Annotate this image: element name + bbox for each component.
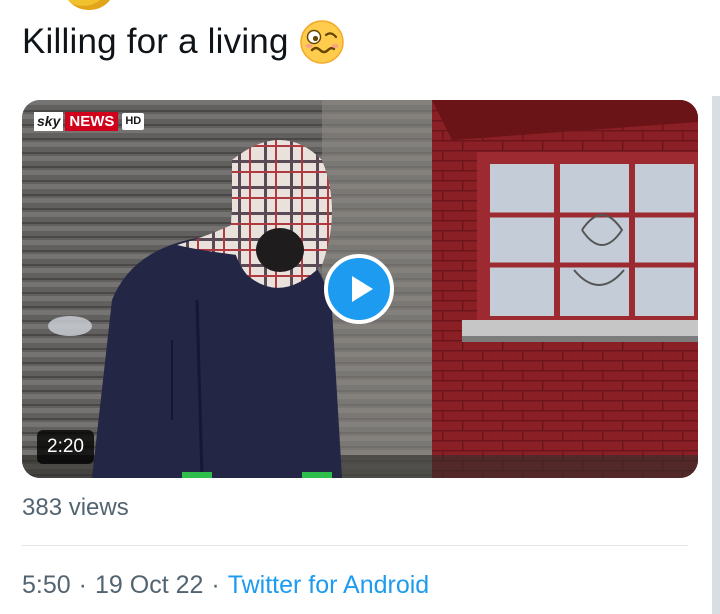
video-player[interactable]: sky NEWS HD 2:20 — [22, 100, 698, 478]
view-count: 383 views — [22, 494, 129, 521]
play-icon — [352, 276, 373, 302]
tweet-source-link[interactable]: Twitter for Android — [228, 571, 429, 600]
logo-news: NEWS — [65, 111, 119, 131]
tweet-text-content: Killing for a living — [22, 22, 289, 61]
video-duration: 2:20 — [47, 436, 84, 457]
tweet-metadata: 5:50 · 19 Oct 22 · Twitter for Android — [22, 567, 429, 603]
scrollbar[interactable] — [712, 96, 720, 614]
channel-logo: sky NEWS HD — [34, 111, 145, 131]
divider — [22, 545, 688, 546]
separator: · — [78, 570, 87, 599]
separator: · — [211, 570, 220, 599]
tweet-text: Killing for a living — [22, 18, 345, 66]
play-button[interactable] — [324, 254, 394, 324]
logo-hd: HD — [122, 112, 145, 130]
logo-sky: sky — [34, 111, 64, 131]
tweet-date[interactable]: 19 Oct 22 — [95, 571, 203, 600]
tweet-time[interactable]: 5:50 — [22, 571, 71, 600]
author-avatar[interactable] — [64, 0, 114, 10]
woozy-face-icon — [299, 19, 345, 65]
video-duration-badge: 2:20 — [37, 430, 94, 464]
